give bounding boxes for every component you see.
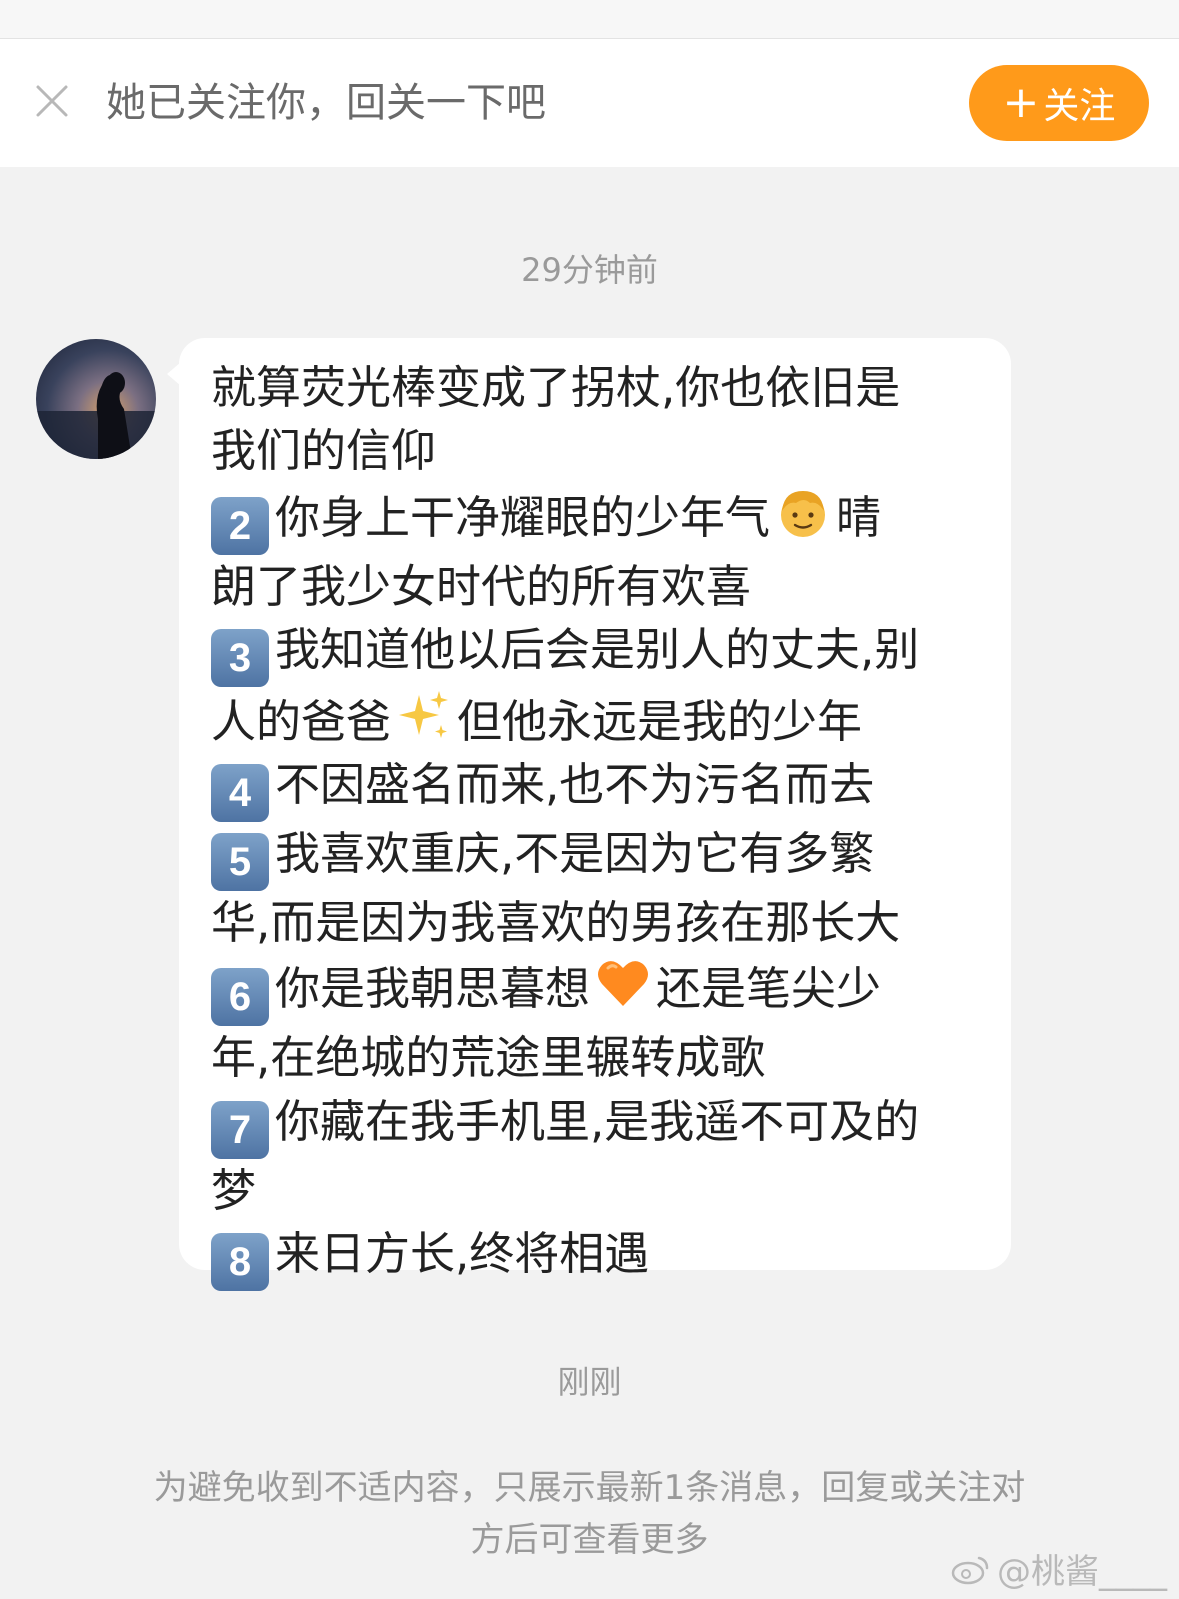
message-text-segment: 来日方长,终将相遇 xyxy=(275,1227,650,1281)
message-text-segment: 你身上干净耀眼的少年气 xyxy=(275,490,771,544)
message-line: 4 不因盛名而来,也不为污名而去 xyxy=(211,753,991,823)
keycap-4-icon: 4 xyxy=(211,764,269,823)
avatar-image xyxy=(36,372,156,459)
message-line: 华,而是因为我喜欢的男孩在那长大 xyxy=(211,896,901,950)
sparkles-icon xyxy=(395,687,453,745)
status-strip xyxy=(0,0,1179,39)
weibo-icon xyxy=(951,1556,989,1584)
restriction-notice: 为避免收到不适内容，只展示最新1条消息，回复或关注对 方后可查看更多 xyxy=(100,1462,1079,1566)
close-icon[interactable] xyxy=(30,79,74,123)
message-text-segment: 我喜欢重庆,不是因为它有多繁 xyxy=(275,827,875,881)
message-line: 5 我喜欢重庆,不是因为它有多繁 xyxy=(211,822,991,892)
message-text-segment: 但他永远是我的少年 xyxy=(457,694,863,748)
keycap-7-icon: 7 xyxy=(211,1100,269,1159)
plus-icon: + xyxy=(1002,77,1040,128)
message-timestamp: 刚刚 xyxy=(557,1363,622,1401)
message-line: 7 你藏在我手机里,是我遥不可及的 xyxy=(211,1090,991,1159)
message-line: 我们的信仰 xyxy=(211,424,437,478)
message-text: 就算荧光棒变成了拐杖,你也依旧是 我们的信仰 2 你身上干净耀眼的少年气 晴朗了我少女时… xyxy=(211,356,991,1292)
message-line: 梦 xyxy=(211,1163,257,1217)
message-bubble[interactable]: 就算荧光棒变成了拐杖,你也依旧是 我们的信仰 2 你身上干净耀眼的少年气 晴朗了我少女时… xyxy=(167,338,1011,1292)
message-text-segment: 晴 xyxy=(836,490,882,544)
keycap-3-icon: 3 xyxy=(211,628,269,687)
notice-line: 方后可查看更多 xyxy=(470,1520,709,1560)
message-text-segment: 不因盛名而来,也不为污名而去 xyxy=(275,758,875,812)
message-line: 8 来日方长,终将相遇 xyxy=(211,1222,991,1292)
message-timestamp: 29分钟前 xyxy=(521,251,658,289)
message-line: 3 我知道他以后会是别人的丈夫,别 xyxy=(211,618,991,687)
message-line: 年,在绝城的荒途里辗转成歌 xyxy=(211,1031,766,1085)
keycap-5-icon: 5 xyxy=(211,833,269,892)
keycap-2-icon: 2 xyxy=(211,496,269,555)
message-line: 人的爸爸 但他永远是我的少年 xyxy=(211,687,991,753)
follow-button-label: 关注 xyxy=(1043,86,1116,127)
message-text-segment: 你是我朝思暮想 xyxy=(275,962,591,1016)
keycap-6-icon: 6 xyxy=(211,968,269,1027)
message-line: 2 你身上干净耀眼的少年气 晴 xyxy=(211,483,991,555)
message-text-segment: 你藏在我手机里,是我遥不可及的 xyxy=(275,1094,920,1148)
message-line: 6 你是我朝思暮想 还是笔尖少 xyxy=(211,954,991,1027)
message-text-segment: 我知道他以后会是别人的丈夫,别 xyxy=(275,622,920,676)
message-text-segment: 人的爸爸 xyxy=(211,694,392,748)
orange-heart-icon xyxy=(594,954,652,1012)
follow-button[interactable]: + 关注 xyxy=(969,65,1149,141)
avatar[interactable] xyxy=(36,339,156,459)
follow-back-bar: 她已关注你，回关一下吧 + 关注 xyxy=(0,39,1179,167)
watermark: @桃酱____ xyxy=(951,1544,1167,1593)
watermark-text: @桃酱____ xyxy=(997,1552,1167,1592)
keycap-8-icon: 8 xyxy=(211,1233,269,1292)
boy-icon xyxy=(774,483,832,541)
message-line: 就算荧光棒变成了拐杖,你也依旧是 xyxy=(211,361,901,414)
message-text-segment: 还是笔尖少 xyxy=(656,962,882,1016)
message-line: 朗了我少女时代的所有欢喜 xyxy=(211,559,752,613)
follow-prompt-text: 她已关注你，回关一下吧 xyxy=(106,80,546,126)
notice-line: 为避免收到不适内容，只展示最新1条消息，回复或关注对 xyxy=(153,1468,1026,1508)
